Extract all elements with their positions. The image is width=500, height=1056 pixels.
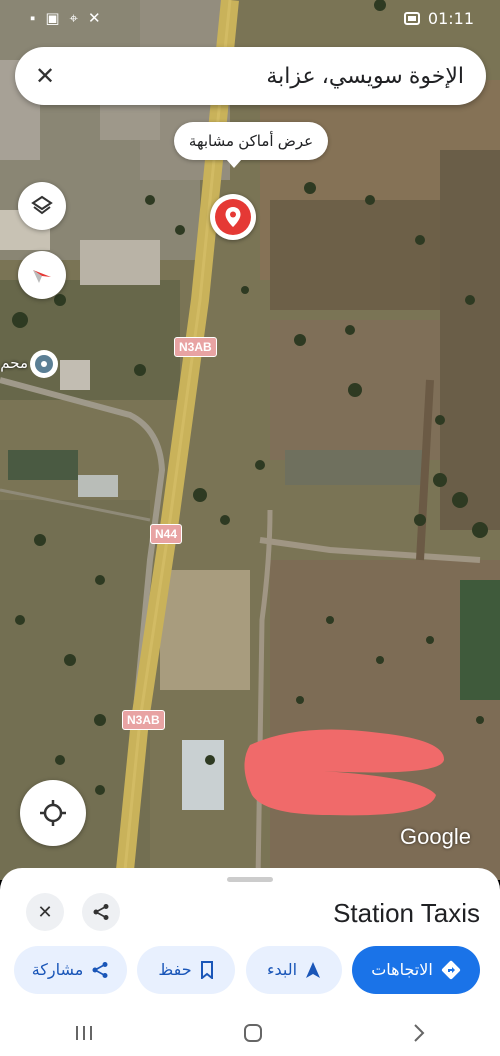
layers-icon — [31, 195, 53, 215]
share-label: مشاركة — [31, 962, 84, 979]
recents-icon[interactable] — [73, 1024, 95, 1042]
search-bar[interactable]: ✕ الإخوة سويسي، عزابة — [15, 47, 486, 105]
place-bottom-sheet[interactable]: ✕ Station Taxis الاتجاهات البدء حفظ مشار… — [0, 868, 500, 1010]
locate-icon — [40, 800, 66, 826]
directions-button[interactable]: الاتجاهات — [352, 946, 480, 994]
directions-label: الاتجاهات — [371, 962, 433, 979]
road-label: N3AB — [174, 337, 217, 357]
navigation-icon — [306, 962, 321, 978]
location-icon: ⌖ — [69, 9, 78, 27]
road-label: N3AB — [122, 710, 165, 730]
my-location-button[interactable] — [20, 780, 86, 846]
battery-icon — [403, 11, 420, 25]
map-view[interactable]: ▪ ▣ ⌖ ✕ 01:11 ✕ الإخوة سويسي، عزابة عرض … — [0, 0, 500, 880]
close-icon: ✕ — [37, 901, 53, 922]
gallery-icon: ▣ — [45, 10, 60, 27]
close-icon[interactable]: ✕ — [31, 62, 59, 90]
share-icon — [92, 962, 108, 978]
share-sheet-button[interactable] — [82, 893, 120, 931]
directions-icon — [441, 960, 460, 980]
save-label: حفظ — [158, 962, 192, 979]
selected-place-pin[interactable] — [210, 194, 256, 240]
compass-icon — [33, 270, 51, 283]
close-sheet-button[interactable]: ✕ — [26, 893, 64, 931]
sheet-drag-handle[interactable] — [227, 877, 273, 882]
road-label: N44 — [150, 524, 183, 544]
place-pin-icon — [225, 207, 241, 227]
back-icon[interactable] — [411, 1022, 427, 1044]
save-button[interactable]: حفظ — [137, 946, 235, 994]
status-left-icons: ▪ ▣ ⌖ ✕ — [30, 9, 101, 28]
layers-button[interactable] — [18, 182, 66, 230]
status-time: 01:11 — [427, 8, 474, 28]
poi-label[interactable]: محم — [0, 354, 28, 372]
status-bar: ▪ ▣ ⌖ ✕ 01:11 — [0, 0, 500, 36]
google-attribution: Google — [400, 824, 471, 849]
start-button[interactable]: البدء — [246, 946, 342, 994]
bookmark-icon — [200, 961, 213, 979]
system-nav-bar — [0, 1010, 500, 1056]
mute-icon: ✕ — [87, 10, 101, 27]
search-query[interactable]: الإخوة سويسي، عزابة — [59, 63, 464, 89]
share-button[interactable]: مشاركة — [14, 946, 127, 994]
place-title: Station Taxis — [333, 898, 480, 928]
home-icon[interactable] — [242, 1022, 264, 1044]
compass-button[interactable] — [18, 251, 66, 299]
share-icon — [93, 904, 109, 920]
similar-places-chip[interactable]: عرض أماكن مشابهة — [174, 122, 328, 168]
poi-marker[interactable] — [30, 350, 58, 378]
action-chips: الاتجاهات البدء حفظ مشاركة — [0, 946, 500, 996]
start-label: البدء — [266, 962, 298, 979]
notification-icon: ▪ — [30, 9, 36, 27]
